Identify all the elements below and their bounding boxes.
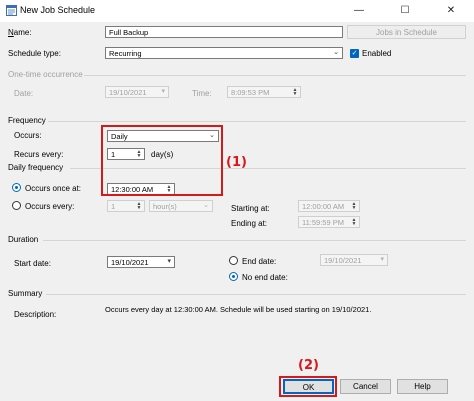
occurs-every-radio[interactable]: [12, 201, 21, 210]
occurs-every-label: Occurs every:: [25, 202, 75, 211]
every-spinner-icon[interactable]: ▲ ▼: [135, 202, 143, 211]
duration-section-title: Duration: [8, 235, 39, 244]
occurs-label: Occurs:: [14, 131, 42, 140]
annotation-box-1: [101, 125, 223, 196]
duration-separator: [43, 240, 466, 241]
annotation-label-2: (2): [298, 358, 319, 373]
end-date-value: 19/10/2021: [324, 256, 362, 265]
name-input[interactable]: Full Backup: [105, 26, 343, 38]
enabled-checkbox[interactable]: ✓: [350, 49, 359, 58]
help-button[interactable]: Help: [397, 379, 448, 394]
occurs-once-label: Occurs once at:: [25, 184, 82, 193]
occurs-once-radio[interactable]: [12, 183, 21, 192]
time-label: Time:: [192, 89, 212, 98]
app-icon: [6, 5, 17, 16]
cancel-button[interactable]: Cancel: [340, 379, 391, 394]
starting-spinner-icon[interactable]: ▲ ▼: [350, 202, 358, 211]
end-date-label: End date:: [242, 257, 277, 266]
starting-at-input[interactable]: 12:00:00 AM ▲ ▼: [298, 200, 360, 212]
ending-spinner-icon[interactable]: ▲ ▼: [350, 218, 358, 227]
maximize-button[interactable]: ☐: [382, 0, 428, 22]
frequency-section-title: Frequency: [8, 116, 46, 125]
one-time-separator: [84, 75, 466, 76]
title-bar: New Job Schedule — ☐ ✕: [0, 0, 474, 22]
occurs-every-unit-value: hour(s): [153, 202, 177, 211]
starting-at-value: 12:00:00 AM: [302, 202, 345, 211]
summary-separator: [46, 294, 466, 295]
one-time-time-value: 8:09:53 PM: [231, 88, 270, 97]
jobs-in-schedule-button[interactable]: Jobs in Schedule: [347, 25, 466, 39]
calendar-dropdown-icon: ▾: [161, 88, 165, 95]
recurs-every-label: Recurs every:: [14, 150, 64, 159]
annotation-box-2: [279, 376, 337, 397]
one-time-section-title: One-time occurrence: [8, 70, 83, 79]
chevron-down-icon: ⌄: [203, 202, 209, 209]
calendar-dropdown-icon: ▾: [167, 258, 171, 265]
schedule-type-value: Recurring: [109, 49, 142, 58]
time-spinner-icon[interactable]: ▲ ▼: [291, 88, 299, 97]
close-button[interactable]: ✕: [428, 0, 474, 22]
schedule-type-label: Schedule type:: [8, 49, 61, 58]
date-label: Date:: [14, 89, 34, 98]
no-end-date-radio[interactable]: [229, 272, 238, 281]
occurs-every-value: 1: [111, 202, 116, 211]
description-label: Description:: [14, 310, 57, 319]
enabled-label: Enabled: [362, 49, 392, 58]
start-date-select[interactable]: 19/10/2021 ▾: [107, 256, 175, 268]
ending-at-input[interactable]: 11:59:59 PM ▲ ▼: [298, 216, 360, 228]
frequency-separator: [48, 121, 466, 122]
start-date-label: Start date:: [14, 259, 51, 268]
occurs-every-unit-select[interactable]: hour(s) ⌄: [149, 200, 213, 212]
end-date-radio[interactable]: [229, 256, 238, 265]
minimize-button[interactable]: —: [336, 0, 382, 22]
summary-section-title: Summary: [8, 289, 43, 298]
ending-at-label: Ending at:: [231, 219, 268, 228]
occurs-every-input[interactable]: 1 ▲ ▼: [107, 200, 145, 212]
window-title: New Job Schedule: [20, 5, 96, 15]
one-time-date-select[interactable]: 19/10/2021 ▾: [105, 86, 169, 98]
end-date-select[interactable]: 19/10/2021 ▾: [320, 254, 388, 266]
calendar-dropdown-icon: ▾: [380, 256, 384, 263]
annotation-label-1: (1): [226, 155, 247, 170]
no-end-date-label: No end date:: [242, 273, 288, 282]
one-time-time-input[interactable]: 8:09:53 PM ▲ ▼: [227, 86, 301, 98]
daily-frequency-section-title: Daily frequency: [8, 163, 64, 172]
one-time-date-value: 19/10/2021: [109, 88, 147, 97]
name-label-rest: ame:: [13, 28, 32, 37]
starting-at-label: Starting at:: [231, 204, 270, 213]
description-text: Occurs every day at 12:30:00 AM. Schedul…: [105, 305, 466, 365]
new-job-schedule-dialog: New Job Schedule — ☐ ✕ Name: Full Backup…: [0, 0, 474, 401]
name-label: Name:: [8, 28, 32, 37]
ending-at-value: 11:59:59 PM: [302, 218, 344, 227]
schedule-type-select[interactable]: Recurring ⌄: [105, 47, 343, 59]
chevron-down-icon: ⌄: [333, 49, 339, 56]
start-date-value: 19/10/2021: [111, 258, 149, 267]
